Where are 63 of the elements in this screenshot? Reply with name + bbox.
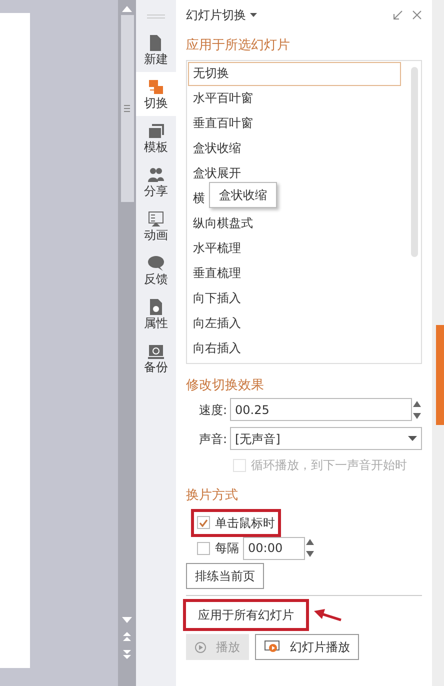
sidebar-tab[interactable]: 备份 [136,336,176,380]
previous-page-icon[interactable] [123,632,131,641]
minimize-icon[interactable] [393,10,403,20]
checkmark-icon [199,518,208,526]
play-icon [195,642,206,653]
dropdown-field[interactable]: [无声音] [230,427,422,450]
list-item[interactable]: 水平百叶窗 [188,86,258,110]
sidebar-tab[interactable]: 切换 [136,72,176,116]
template-icon [147,122,165,140]
people-icon [147,166,165,184]
apply-all-button[interactable]: 应用于所有幻灯片 [186,602,306,628]
sidebar-tab[interactable]: 动画 [136,204,176,248]
scroll-thumb[interactable] [120,15,134,202]
section-heading: 修改切换效果 [186,376,265,394]
close-icon[interactable] [412,10,422,20]
annotation-arrow [312,608,342,622]
spin-field[interactable]: 00.25 [230,398,412,421]
sidebar-tab[interactable]: 模板 [136,116,176,160]
next-page-icon[interactable] [123,650,131,659]
backup-icon [147,342,165,360]
sidebar-tab[interactable]: 反馈 [136,248,176,292]
list-item[interactable]: 垂直百叶窗 [188,112,258,136]
checkbox-label: 循环播放，到下一声音开始时 [251,457,407,474]
slide-thumbnail[interactable] [0,13,30,668]
scrollbar-thumb[interactable] [411,66,418,256]
checkbox-label: 每隔 [215,540,239,557]
transition-list[interactable]: 无切换 水平百叶窗 垂直百叶窗 盒状收缩 盒状展开 横 盒状收缩 纵向棋盘式 水平梳理 垂直梳理 向下插入 向左插入 向右插入 [186,60,422,364]
field-label: 声音: [198,430,228,448]
panel-title[interactable]: 幻灯片切换 [186,6,246,24]
slideshow-icon [264,640,280,654]
list-item[interactable]: 向左插入 [188,312,246,336]
list-item[interactable]: 横 [188,186,210,210]
spin-field[interactable]: 00:00 [243,536,305,560]
properties-icon [147,298,165,316]
list-item[interactable]: 纵向棋盘式 [188,212,258,236]
chat-icon [147,254,165,272]
list-item[interactable]: 向下插入 [188,286,246,310]
list-item[interactable]: 盒状收缩 [188,136,246,160]
list-item[interactable]: 水平梳理 [188,236,246,260]
scroll-down-icon[interactable] [122,617,132,623]
sidebar-tab[interactable]: 属性 [136,292,176,336]
checkbox[interactable] [197,516,210,529]
dropdown-caret-icon[interactable] [250,13,257,17]
sidebar-tab[interactable]: 分享 [136,160,176,204]
scrollbar[interactable] [118,0,136,686]
animation-icon [147,210,165,228]
list-item[interactable]: 无切换 [188,62,401,86]
checkbox[interactable] [197,542,210,554]
scroll-up-icon[interactable] [122,6,132,12]
field-label: 速度: [198,402,228,418]
sidebar-tab[interactable]: 新建 [136,28,176,72]
spin-arrows-icon[interactable] [412,398,422,420]
section-heading: 应用于所选幻灯片 [186,37,291,55]
slideshow-button[interactable]: 幻灯片播放 [255,634,359,660]
section-heading: 换片方式 [186,487,239,505]
checkbox-label: 单击鼠标时 [215,514,275,532]
spin-arrows-icon[interactable] [305,537,315,559]
slides-icon [147,78,165,96]
list-item[interactable]: 垂直梳理 [188,262,246,286]
dropdown-caret-icon[interactable] [408,436,417,441]
list-item[interactable]: 向右插入 [188,336,246,360]
rehearse-button[interactable]: 排练当前页 [186,562,264,588]
tooltip: 盒状收缩 [209,182,277,208]
